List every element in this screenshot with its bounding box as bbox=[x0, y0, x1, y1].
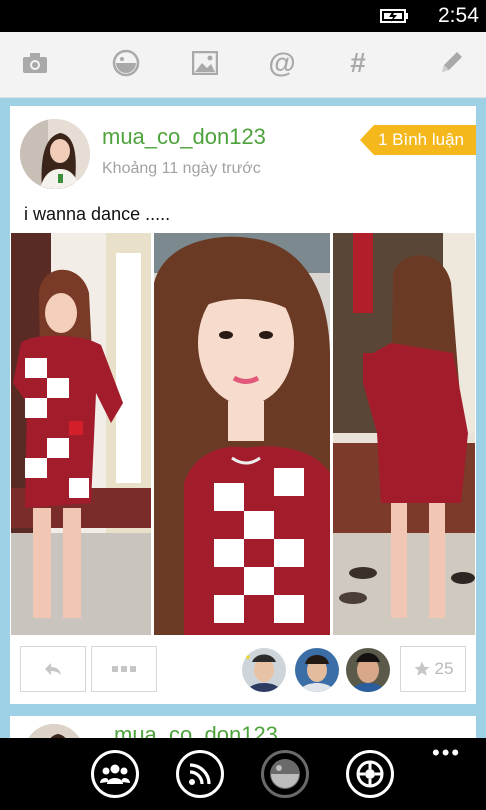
status-bar: 2:54 bbox=[0, 0, 486, 32]
avatar[interactable] bbox=[20, 119, 90, 189]
avatar[interactable] bbox=[24, 724, 84, 738]
clock: 2:54 bbox=[438, 4, 479, 27]
more-options-button[interactable] bbox=[91, 646, 157, 692]
friends-button[interactable] bbox=[91, 750, 139, 798]
post-actions: 25 bbox=[10, 646, 476, 692]
battery-charging-icon bbox=[380, 9, 408, 23]
more-menu-button[interactable]: ••• bbox=[432, 740, 461, 766]
feed-button[interactable] bbox=[176, 750, 224, 798]
feed-icon bbox=[189, 763, 211, 785]
star-count: 25 bbox=[434, 659, 454, 678]
moon-icon bbox=[270, 759, 300, 789]
night-mode-button[interactable] bbox=[261, 750, 309, 798]
feed[interactable]: mua_co_don123 Khoảng 11 ngày trước 1 Bìn… bbox=[0, 98, 486, 738]
ellipsis-icon bbox=[112, 666, 136, 672]
app-bar: ••• bbox=[0, 738, 486, 810]
star-icon bbox=[414, 661, 430, 676]
post-text: i wanna dance ..... bbox=[24, 204, 171, 224]
next-post-card[interactable]: mua_co_don123 bbox=[10, 716, 476, 738]
post-photo[interactable] bbox=[154, 233, 330, 635]
photo-gallery bbox=[11, 233, 475, 635]
reply-button[interactable] bbox=[20, 646, 86, 692]
post-photo[interactable] bbox=[11, 233, 151, 635]
liker-avatar[interactable] bbox=[295, 648, 339, 692]
post-username[interactable]: mua_co_don123 bbox=[102, 124, 266, 150]
liker-avatar[interactable] bbox=[242, 648, 286, 692]
liker-avatar[interactable] bbox=[346, 648, 390, 692]
post-timestamp: Khoảng 11 ngày trước bbox=[102, 160, 261, 177]
camera-icon[interactable] bbox=[17, 46, 53, 80]
compose-icon[interactable] bbox=[433, 46, 469, 80]
mention-icon[interactable]: @ bbox=[264, 46, 300, 80]
hashtag-icon[interactable]: # bbox=[340, 46, 376, 80]
star-button[interactable]: 25 bbox=[400, 646, 466, 692]
comment-count-badge[interactable]: 1 Bình luận bbox=[359, 125, 476, 155]
post-username[interactable]: mua_co_don123 bbox=[114, 722, 278, 738]
post-photo[interactable] bbox=[333, 233, 475, 635]
settings-button[interactable] bbox=[346, 750, 394, 798]
sticker-icon[interactable] bbox=[108, 46, 144, 80]
post-card: mua_co_don123 Khoảng 11 ngày trước 1 Bìn… bbox=[10, 106, 476, 704]
settings-icon bbox=[356, 760, 384, 788]
image-icon[interactable] bbox=[187, 46, 223, 80]
reply-icon bbox=[45, 663, 61, 675]
friends-icon bbox=[100, 764, 130, 784]
compose-toolbar: @ # bbox=[0, 32, 486, 98]
